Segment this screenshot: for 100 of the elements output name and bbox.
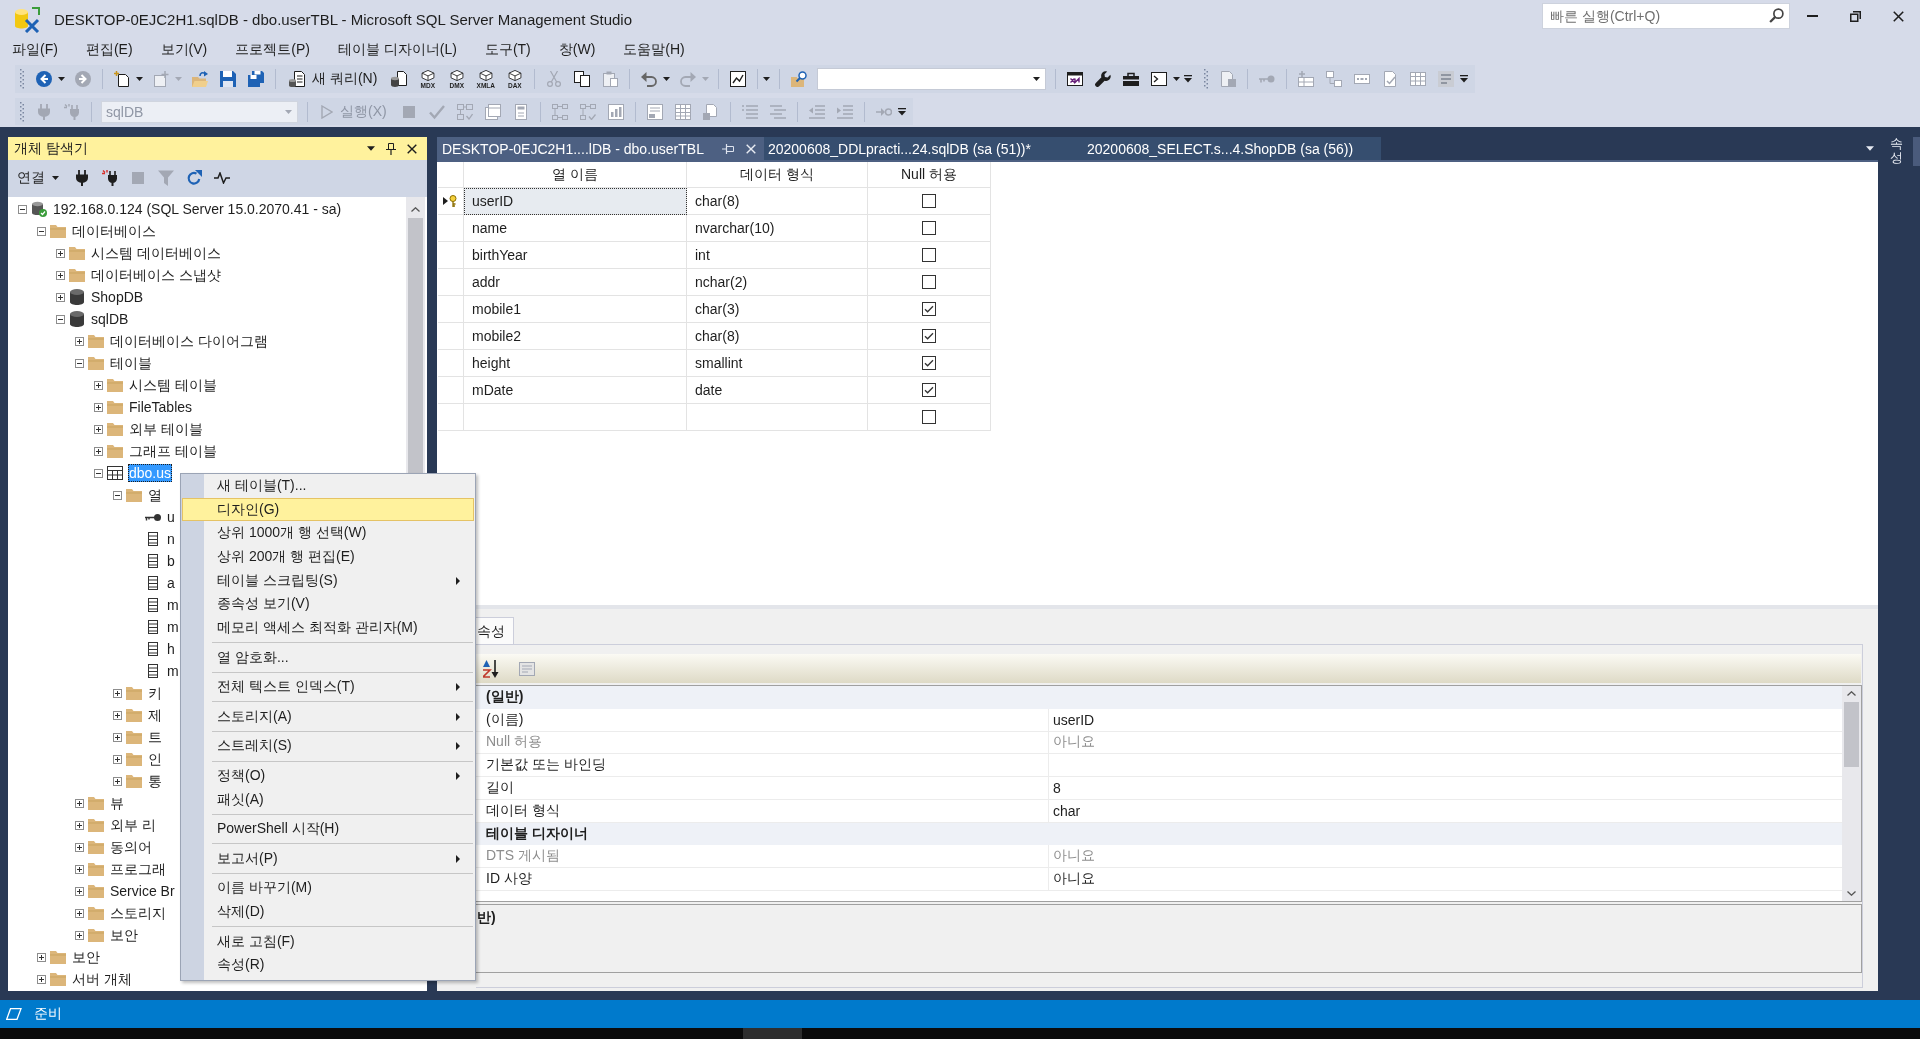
database-query-icon[interactable] <box>391 71 408 87</box>
checkbox[interactable] <box>922 194 936 208</box>
column-name-cell[interactable]: mobile2 <box>464 323 687 350</box>
expand-toggle-icon[interactable] <box>75 842 84 852</box>
expand-toggle-icon[interactable] <box>75 798 84 808</box>
save-all-icon[interactable] <box>248 71 264 87</box>
property-name-cell[interactable]: (이름) <box>476 708 1049 732</box>
cube-icon[interactable] <box>478 69 493 81</box>
tree-item[interactable]: 서버 개체 <box>71 970 133 988</box>
tree-item[interactable]: h <box>166 640 176 658</box>
tree-item[interactable]: sqlDB <box>90 310 130 328</box>
menu-item[interactable]: 정책(O) <box>182 764 474 788</box>
new-query-button[interactable]: 새 쿼리(N) <box>281 67 386 91</box>
property-name-cell[interactable]: 길이 <box>476 777 1049 800</box>
property-name-cell[interactable]: ID 사양 <box>476 868 1049 891</box>
property-value-cell[interactable]: char <box>1049 799 1842 823</box>
tree-item[interactable]: 열 <box>147 486 163 504</box>
sort-icon[interactable] <box>483 659 501 678</box>
tree-item[interactable]: 제 <box>147 706 163 724</box>
overflow-icon[interactable] <box>897 107 906 116</box>
menu-item[interactable]: 테이블 스크립팅(S) <box>182 568 474 593</box>
menu-item[interactable]: 보고서(P) <box>182 846 474 871</box>
undo-icon[interactable] <box>641 71 658 87</box>
expand-toggle-icon[interactable] <box>113 776 122 786</box>
menu-item[interactable]: PowerShell 시작(H) <box>182 817 474 841</box>
restore-icon[interactable] <box>1850 10 1861 22</box>
tree-item[interactable]: 192.168.0.124 (SQL Server 15.0.2070.41 - sa) <box>52 200 343 218</box>
data-type-cell[interactable]: char(8) <box>687 323 868 350</box>
scroll-up-icon[interactable] <box>1847 691 1856 696</box>
column-name-cell[interactable]: userID <box>464 188 687 215</box>
property-value-cell[interactable]: userID <box>1049 708 1842 732</box>
tree-item[interactable]: 스토리지 <box>109 904 167 922</box>
expand-toggle-icon[interactable] <box>37 952 46 962</box>
menu-bar-item[interactable]: 창(W) <box>551 39 603 60</box>
disconnect-icon[interactable] <box>102 170 118 186</box>
data-type-cell[interactable]: char(8) <box>687 188 868 215</box>
menu-bar-item[interactable]: 도움말(H) <box>616 39 692 60</box>
tree-item[interactable]: a <box>166 574 176 592</box>
refresh-icon[interactable] <box>186 170 202 186</box>
tree-item[interactable]: Service Br <box>109 882 176 900</box>
menu-bar-item[interactable]: 파일(F) <box>5 39 65 60</box>
data-type-cell[interactable]: nvarchar(10) <box>687 215 868 242</box>
menu-item[interactable]: 전체 텍스트 인덱스(T) <box>182 675 474 699</box>
expand-toggle-icon[interactable] <box>56 292 65 302</box>
expand-toggle-icon[interactable] <box>94 424 103 434</box>
expand-toggle-icon[interactable] <box>75 864 84 874</box>
line-chart-icon[interactable] <box>730 71 747 87</box>
tree-item[interactable]: 키 <box>147 684 163 702</box>
expand-toggle-icon[interactable] <box>94 446 103 456</box>
menu-item[interactable]: 스토리지(A) <box>182 704 474 729</box>
menu-item[interactable]: 스트레치(S) <box>182 734 474 759</box>
scroll-thumb[interactable] <box>408 218 423 473</box>
tree-item[interactable]: b <box>166 552 176 570</box>
expand-toggle-icon[interactable] <box>113 732 122 742</box>
checkbox[interactable] <box>922 275 936 289</box>
tree-item[interactable]: m <box>166 596 180 614</box>
data-type-cell[interactable]: date <box>687 377 868 404</box>
row-header-cell[interactable] <box>438 350 464 377</box>
expand-toggle-icon[interactable] <box>75 820 84 830</box>
data-type-cell[interactable]: char(3) <box>687 296 868 323</box>
menu-bar-item[interactable]: 도구(T) <box>477 39 538 60</box>
cube-icon[interactable] <box>420 69 435 81</box>
menu-item[interactable]: 디자인(G) <box>182 497 474 522</box>
checkbox[interactable] <box>922 383 936 397</box>
menu-bar-item[interactable]: 테이블 디자이너(L) <box>330 39 464 60</box>
tree-item[interactable]: 외부 테이블 <box>128 420 204 438</box>
menu-item[interactable]: 속성(R) <box>182 953 474 978</box>
menu-item[interactable]: 새로 고침(F) <box>182 929 474 954</box>
expand-toggle-icon[interactable] <box>94 402 103 412</box>
dropdown-caret-icon[interactable] <box>52 176 59 180</box>
wrench-icon[interactable] <box>1095 71 1112 87</box>
row-header-cell[interactable] <box>438 323 464 350</box>
close-icon[interactable] <box>1893 10 1904 22</box>
dropdown-caret-icon[interactable] <box>1033 77 1041 81</box>
new-document-icon[interactable] <box>114 71 130 87</box>
expand-toggle-icon[interactable] <box>94 380 103 390</box>
menu-item[interactable]: 종속성 보기(V) <box>182 592 474 617</box>
tree-item[interactable]: 시스템 데이터베이스 <box>90 244 222 262</box>
properties-tab[interactable]: 속성 <box>476 617 514 644</box>
row-header-cell[interactable] <box>438 377 464 404</box>
menu-item[interactable]: 메모리 액세스 최적화 관리자(M) <box>182 616 474 640</box>
tree-item[interactable]: 시스템 테이블 <box>128 376 218 394</box>
overflow-icon[interactable] <box>1184 75 1193 83</box>
tree-item[interactable]: 뷰 <box>109 794 125 812</box>
tree-item[interactable]: 통 <box>147 772 163 790</box>
checkmark-icon[interactable] <box>428 103 445 120</box>
tree-item[interactable]: 데이터베이스 다이어그램 <box>109 332 269 350</box>
row-header-cell[interactable] <box>438 296 464 323</box>
data-type-cell[interactable]: int <box>687 242 868 269</box>
scrollbar[interactable] <box>406 197 425 473</box>
tree-item[interactable]: m <box>166 618 180 636</box>
tree-item[interactable]: 테이블 <box>109 354 153 372</box>
dropdown-caret-icon[interactable] <box>367 146 375 151</box>
menu-item[interactable]: 이름 바꾸기(M) <box>182 876 474 901</box>
property-name-cell[interactable]: 기본값 또는 바인딩 <box>476 754 1049 777</box>
scroll-down-icon[interactable] <box>1847 891 1856 896</box>
checkbox[interactable] <box>922 248 936 262</box>
expand-toggle-icon[interactable] <box>56 270 65 280</box>
pin-icon[interactable] <box>386 142 396 155</box>
column-name-cell[interactable]: mDate <box>464 377 687 404</box>
